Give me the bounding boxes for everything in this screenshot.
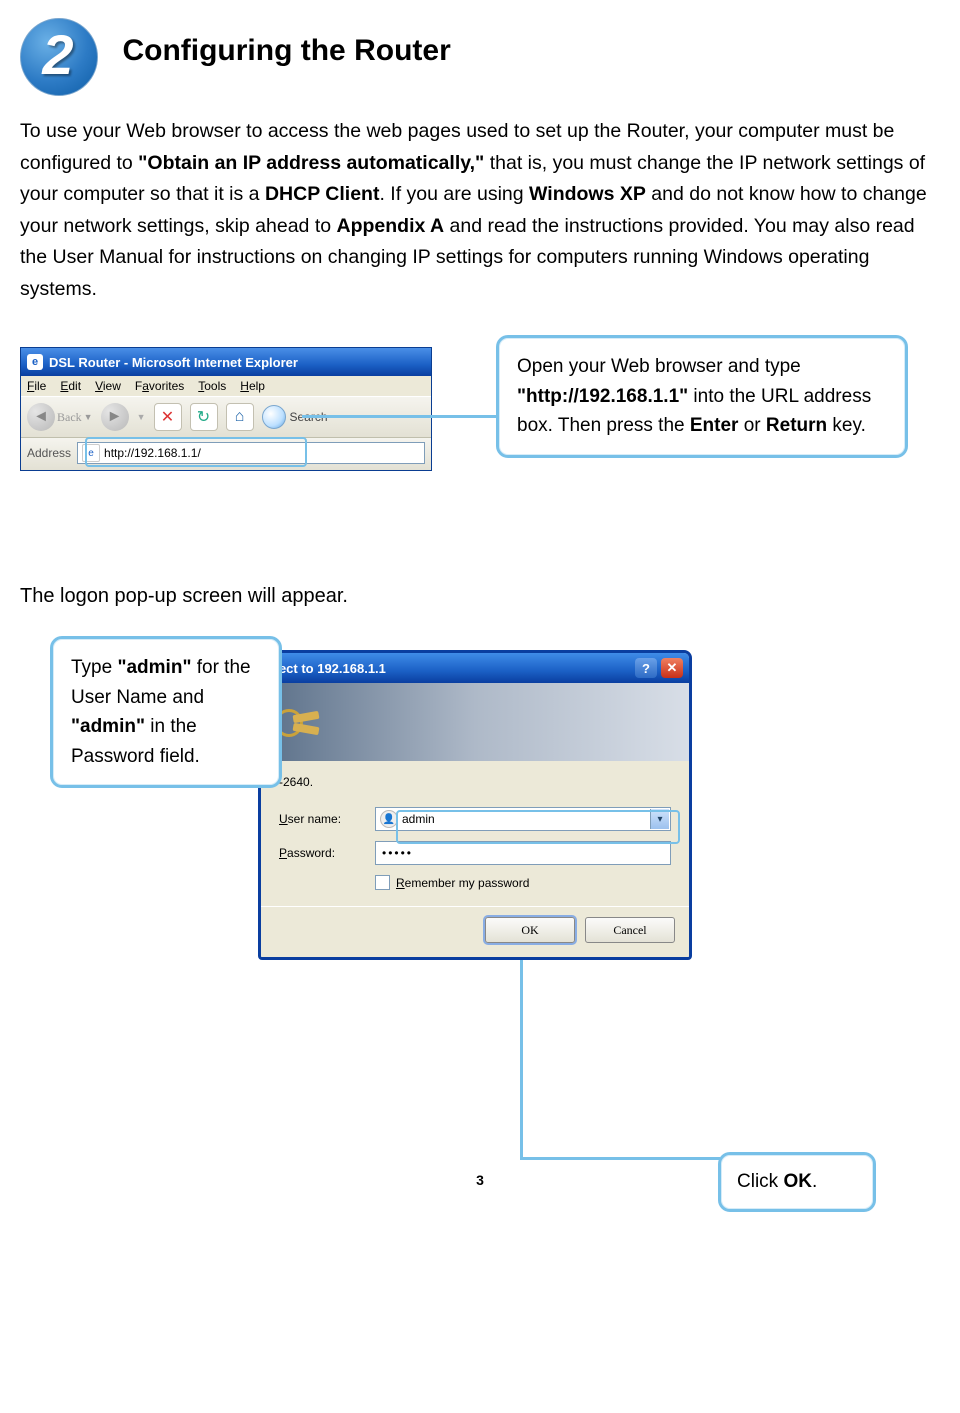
remember-checkbox[interactable]: Remember my password xyxy=(375,875,671,890)
ok-button[interactable]: OK xyxy=(485,917,575,943)
dialog-banner xyxy=(261,683,689,761)
remember-label: Remember my password xyxy=(396,876,529,890)
text-bold: Windows XP xyxy=(529,183,646,205)
menu-tools[interactable]: Tools xyxy=(198,379,226,393)
page-icon: e xyxy=(82,444,100,462)
text: key. xyxy=(827,415,866,436)
cancel-button[interactable]: Cancel xyxy=(585,917,675,943)
username-label: User name: xyxy=(279,812,375,826)
back-label: Back xyxy=(57,410,82,425)
address-bar: Address e http://192.168.1.1/ xyxy=(21,438,431,470)
address-input[interactable]: e http://192.168.1.1/ xyxy=(77,442,425,464)
text-bold: Enter xyxy=(690,415,739,436)
password-input[interactable]: ••••• xyxy=(375,841,671,865)
text-bold: OK xyxy=(783,1171,812,1192)
device-model: -2640. xyxy=(279,775,671,789)
callout-credentials: Type "admin" for the User Name and "admi… xyxy=(50,636,282,788)
text: Click xyxy=(737,1171,783,1192)
leader-line xyxy=(520,960,523,1160)
dialog-titlebar: nect to 192.168.1.1 ? ✕ xyxy=(261,653,689,683)
text: or xyxy=(738,415,765,436)
search-icon xyxy=(262,405,286,429)
text-bold: DHCP Client xyxy=(265,183,380,205)
password-value: ••••• xyxy=(382,846,413,860)
close-button[interactable]: ✕ xyxy=(661,658,683,678)
text: . If you are using xyxy=(379,183,529,205)
step-badge: 2 xyxy=(20,18,100,96)
callout-ok: Click OK. xyxy=(718,1152,876,1211)
stop-button[interactable]: ✕ xyxy=(154,403,182,431)
text-bold: "admin" xyxy=(71,716,145,737)
text-bold: "admin" xyxy=(117,657,191,678)
dialog-footer: OK Cancel xyxy=(261,906,689,957)
browser-titlebar: e DSL Router - Microsoft Internet Explor… xyxy=(21,348,431,376)
help-button[interactable]: ? xyxy=(635,658,657,678)
browser-menubar: File Edit View Favorites Tools Help xyxy=(21,376,431,396)
refresh-button[interactable]: ↻ xyxy=(190,403,218,431)
forward-button[interactable]: ► xyxy=(101,403,129,431)
leader-line xyxy=(302,415,498,418)
menu-file[interactable]: File xyxy=(27,379,46,393)
leader-line xyxy=(520,1157,720,1160)
back-icon: ◄ xyxy=(27,403,55,431)
intro-paragraph: To use your Web browser to access the we… xyxy=(20,116,940,305)
text-bold: Appendix A xyxy=(337,215,445,237)
keys-icon xyxy=(275,699,327,745)
page-title: Configuring the Router xyxy=(122,34,450,68)
menu-favorites[interactable]: Favorites xyxy=(135,379,184,393)
menu-help[interactable]: Help xyxy=(240,379,265,393)
address-label: Address xyxy=(27,446,71,460)
login-dialog: nect to 192.168.1.1 ? ✕ -2640. User name… xyxy=(258,650,692,960)
username-value: admin xyxy=(402,812,435,826)
home-button[interactable]: ⌂ xyxy=(226,403,254,431)
text-bold: "http://192.168.1.1" xyxy=(517,386,688,407)
text: Open your Web browser and type xyxy=(517,356,801,377)
text-bold: Return xyxy=(766,415,827,436)
text-bold: "Obtain an IP address automatically," xyxy=(138,152,484,174)
text: Type xyxy=(71,657,117,678)
chevron-down-icon[interactable]: ▾ xyxy=(650,809,669,829)
ie-icon: e xyxy=(27,354,43,370)
menu-view[interactable]: View xyxy=(95,379,121,393)
browser-title: DSL Router - Microsoft Internet Explorer xyxy=(49,355,298,370)
step-number: 2 xyxy=(20,22,96,87)
username-input[interactable]: 👤 admin ▾ xyxy=(375,807,671,831)
checkbox-icon xyxy=(375,875,390,890)
chevron-down-icon: ▼ xyxy=(84,412,93,422)
menu-edit[interactable]: Edit xyxy=(60,379,81,393)
user-icon: 👤 xyxy=(380,810,398,828)
back-button[interactable]: ◄ Back ▼ xyxy=(27,403,93,431)
browser-window: e DSL Router - Microsoft Internet Explor… xyxy=(20,347,432,471)
dialog-title: nect to 192.168.1.1 xyxy=(271,661,386,676)
text: . xyxy=(812,1171,817,1192)
step-heading: 2 Configuring the Router xyxy=(20,18,940,96)
chevron-down-icon: ▼ xyxy=(137,412,146,422)
address-value: http://192.168.1.1/ xyxy=(104,446,201,460)
password-label: Password: xyxy=(279,846,375,860)
logon-text: The logon pop-up screen will appear. xyxy=(20,585,940,608)
callout-url: Open your Web browser and type "http://1… xyxy=(496,335,908,457)
